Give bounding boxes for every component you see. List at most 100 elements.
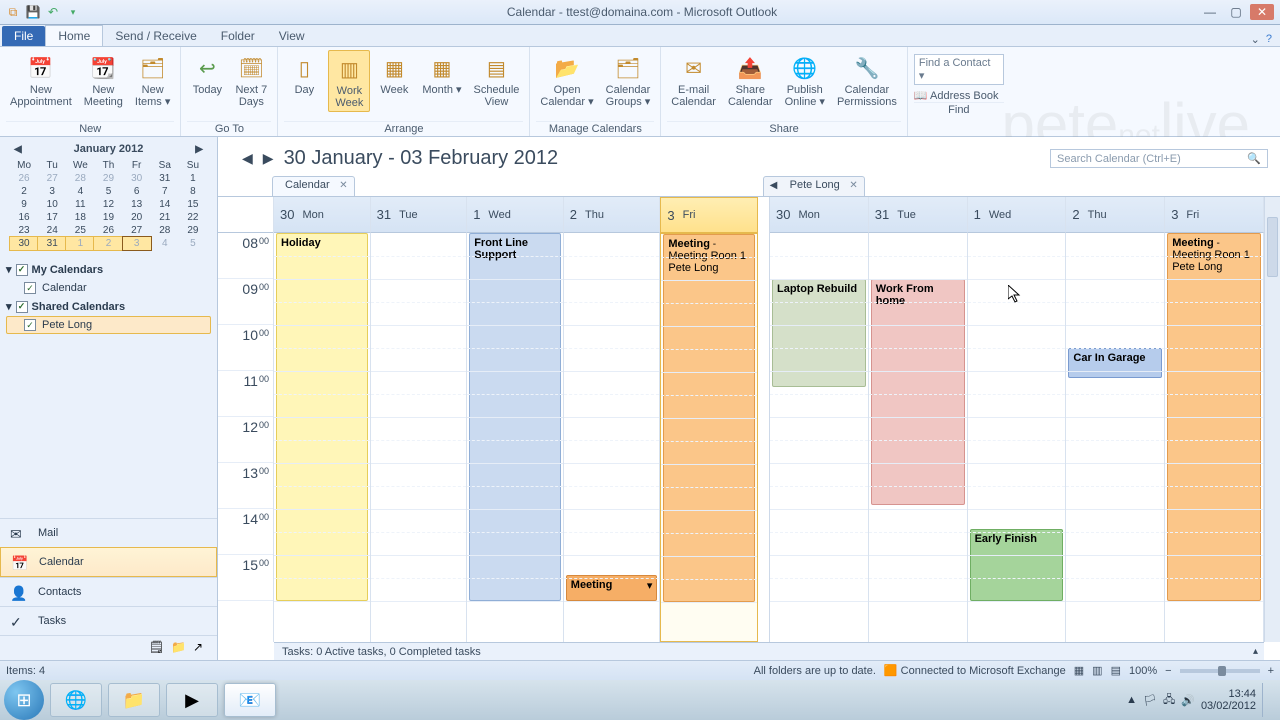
day-col-mon-2[interactable]: Laptop Rebuild bbox=[770, 233, 869, 642]
calendar-groups-button[interactable]: 🗂Calendar Groups ▾ bbox=[602, 50, 655, 110]
tab-view[interactable]: View bbox=[267, 26, 317, 46]
mini-cal-day[interactable]: 31 bbox=[151, 172, 179, 185]
taskbar-media[interactable]: ▶ bbox=[166, 683, 218, 717]
day-header[interactable]: 3Fri bbox=[1165, 197, 1264, 233]
help-icon[interactable]: ? bbox=[1266, 33, 1272, 46]
new-meeting-button[interactable]: 📆New Meeting bbox=[80, 50, 127, 110]
mini-cal-day[interactable]: 1 bbox=[65, 236, 95, 251]
next-7-days-button[interactable]: 🗓Next 7 Days bbox=[231, 50, 271, 110]
new-appointment-button[interactable]: 📅New Appointment bbox=[6, 50, 76, 110]
day-header[interactable]: 2Thu bbox=[1066, 197, 1165, 233]
zoom-in-icon[interactable]: + bbox=[1268, 665, 1274, 677]
day-header[interactable]: 1Wed bbox=[467, 197, 564, 233]
vertical-scrollbar[interactable] bbox=[1264, 197, 1280, 642]
nav-tasks[interactable]: ✓Tasks bbox=[0, 606, 217, 635]
prev-week-icon[interactable]: ◀ bbox=[242, 150, 253, 167]
schedule-view-button[interactable]: ▤Schedule View bbox=[470, 50, 524, 110]
mini-cal-day[interactable]: 3 bbox=[122, 236, 152, 251]
tab-home[interactable]: Home bbox=[45, 25, 103, 46]
shortcuts-icon[interactable]: ↗ bbox=[193, 640, 209, 656]
mini-cal-day[interactable]: 26 bbox=[10, 172, 38, 185]
expand-tasks-icon[interactable]: ▴ bbox=[1253, 646, 1258, 657]
tab-file[interactable]: File bbox=[2, 26, 45, 46]
day-header[interactable]: 31Tue bbox=[869, 197, 968, 233]
mini-cal-day[interactable]: 6 bbox=[123, 185, 151, 198]
taskbar-explorer[interactable]: 📁 bbox=[108, 683, 160, 717]
event-early[interactable]: Early Finish bbox=[970, 529, 1064, 601]
mini-cal-day[interactable]: 30 bbox=[123, 172, 151, 185]
day-col-thu[interactable]: Meeting ▾ bbox=[564, 233, 661, 642]
mini-cal-day[interactable]: 30 bbox=[9, 236, 39, 251]
overlay-arrow-icon[interactable]: ◀ bbox=[770, 180, 778, 191]
mini-cal-day[interactable]: 7 bbox=[151, 185, 179, 198]
day-col-thu-2[interactable]: Car In Garage bbox=[1066, 233, 1165, 642]
calendar-permissions-button[interactable]: 🔧Calendar Permissions bbox=[833, 50, 901, 110]
calendar-tab[interactable]: Calendar✕ bbox=[272, 176, 355, 196]
day-header[interactable]: 2Thu bbox=[564, 197, 661, 233]
day-col-wed-2[interactable]: Early Finish bbox=[968, 233, 1067, 642]
mini-cal-day[interactable]: 18 bbox=[66, 211, 94, 224]
prev-month-icon[interactable]: ◀ bbox=[14, 144, 22, 155]
week-view-button[interactable]: ▦Week bbox=[374, 50, 414, 98]
close-pete-tab-icon[interactable]: ✕ bbox=[849, 180, 857, 191]
view-reading-icon[interactable]: ▥ bbox=[1092, 664, 1102, 677]
mini-cal-day[interactable]: 13 bbox=[123, 198, 151, 211]
calendar-item[interactable]: ✓ Calendar bbox=[6, 279, 211, 297]
mini-cal-day[interactable]: 11 bbox=[66, 198, 94, 211]
nav-calendar[interactable]: 📅Calendar bbox=[0, 547, 217, 577]
pete-long-tab[interactable]: ◀Pete Long✕ bbox=[763, 176, 865, 196]
zoom-out-icon[interactable]: − bbox=[1165, 665, 1171, 677]
tray-flag-icon[interactable]: ▲ bbox=[1126, 694, 1137, 706]
day-header[interactable]: 31Tue bbox=[371, 197, 468, 233]
view-normal-icon[interactable]: ▦ bbox=[1074, 664, 1084, 677]
mini-cal-day[interactable]: 9 bbox=[10, 198, 38, 211]
day-header[interactable]: 3Fri bbox=[660, 197, 758, 233]
new-items-button[interactable]: 🗂New Items ▾ bbox=[131, 50, 174, 110]
mini-cal-day[interactable]: 3 bbox=[38, 185, 66, 198]
mini-cal-day[interactable]: 12 bbox=[94, 198, 122, 211]
folder-icon[interactable]: 📁 bbox=[171, 640, 187, 656]
mini-cal-day[interactable]: 14 bbox=[151, 198, 179, 211]
my-calendars-header[interactable]: ▾ ✓ My Calendars bbox=[6, 260, 211, 279]
view-list-icon[interactable]: ▤ bbox=[1111, 664, 1121, 677]
mini-cal-day[interactable]: 28 bbox=[151, 224, 179, 237]
email-calendar-button[interactable]: ✉E-mail Calendar bbox=[667, 50, 720, 110]
mini-cal-day[interactable]: 4 bbox=[151, 237, 179, 250]
day-col-tue[interactable] bbox=[371, 233, 468, 642]
next-month-icon[interactable]: ▶ bbox=[195, 144, 203, 155]
undo-icon[interactable]: ↶ bbox=[44, 3, 62, 21]
event-car[interactable]: Car In Garage bbox=[1068, 348, 1162, 378]
day-col-fri[interactable]: Meeting - Meeting Roon 1Pete Long bbox=[660, 233, 758, 642]
day-col-tue-2[interactable]: Work From home bbox=[869, 233, 968, 642]
mini-cal-day[interactable]: 10 bbox=[38, 198, 66, 211]
today-button[interactable]: ↩Today bbox=[187, 50, 227, 98]
qat-dropdown-icon[interactable]: ▾ bbox=[64, 3, 82, 21]
day-header[interactable]: 30Mon bbox=[770, 197, 869, 233]
mini-cal-day[interactable]: 29 bbox=[179, 224, 207, 237]
mini-cal-day[interactable]: 29 bbox=[94, 172, 122, 185]
tray-action-icon[interactable]: 🏳 bbox=[1143, 694, 1157, 707]
open-calendar-button[interactable]: 📂Open Calendar ▾ bbox=[536, 50, 597, 110]
maximize-button[interactable]: ▢ bbox=[1224, 4, 1248, 20]
day-col-wed[interactable]: Front Line Support bbox=[467, 233, 564, 642]
mini-cal-day[interactable]: 5 bbox=[179, 237, 207, 250]
mini-cal-day[interactable]: 1 bbox=[179, 172, 207, 185]
publish-online-button[interactable]: 🌐Publish Online ▾ bbox=[781, 50, 829, 110]
mini-cal-day[interactable]: 2 bbox=[10, 185, 38, 198]
next-week-icon[interactable]: ▶ bbox=[263, 150, 274, 167]
show-desktop-button[interactable] bbox=[1262, 683, 1270, 717]
notes-icon[interactable]: 🗒 bbox=[149, 640, 165, 656]
close-button[interactable]: ✕ bbox=[1250, 4, 1274, 20]
mini-cal-day[interactable]: 22 bbox=[179, 211, 207, 224]
mini-cal-day[interactable]: 28 bbox=[66, 172, 94, 185]
mini-cal-day[interactable]: 8 bbox=[179, 185, 207, 198]
mini-cal-day[interactable]: 4 bbox=[66, 185, 94, 198]
event-wfh[interactable]: Work From home bbox=[871, 279, 965, 505]
mini-cal-day[interactable]: 17 bbox=[38, 211, 66, 224]
pete-long-calendar-item[interactable]: ✓ Pete Long bbox=[6, 316, 211, 334]
minimize-ribbon-icon[interactable]: ⌄ bbox=[1251, 33, 1260, 46]
tray-network-icon[interactable]: 🖧 bbox=[1163, 691, 1175, 710]
minimize-button[interactable]: — bbox=[1198, 4, 1222, 20]
nav-contacts[interactable]: 👤Contacts bbox=[0, 577, 217, 606]
day-header[interactable]: 1Wed bbox=[968, 197, 1067, 233]
